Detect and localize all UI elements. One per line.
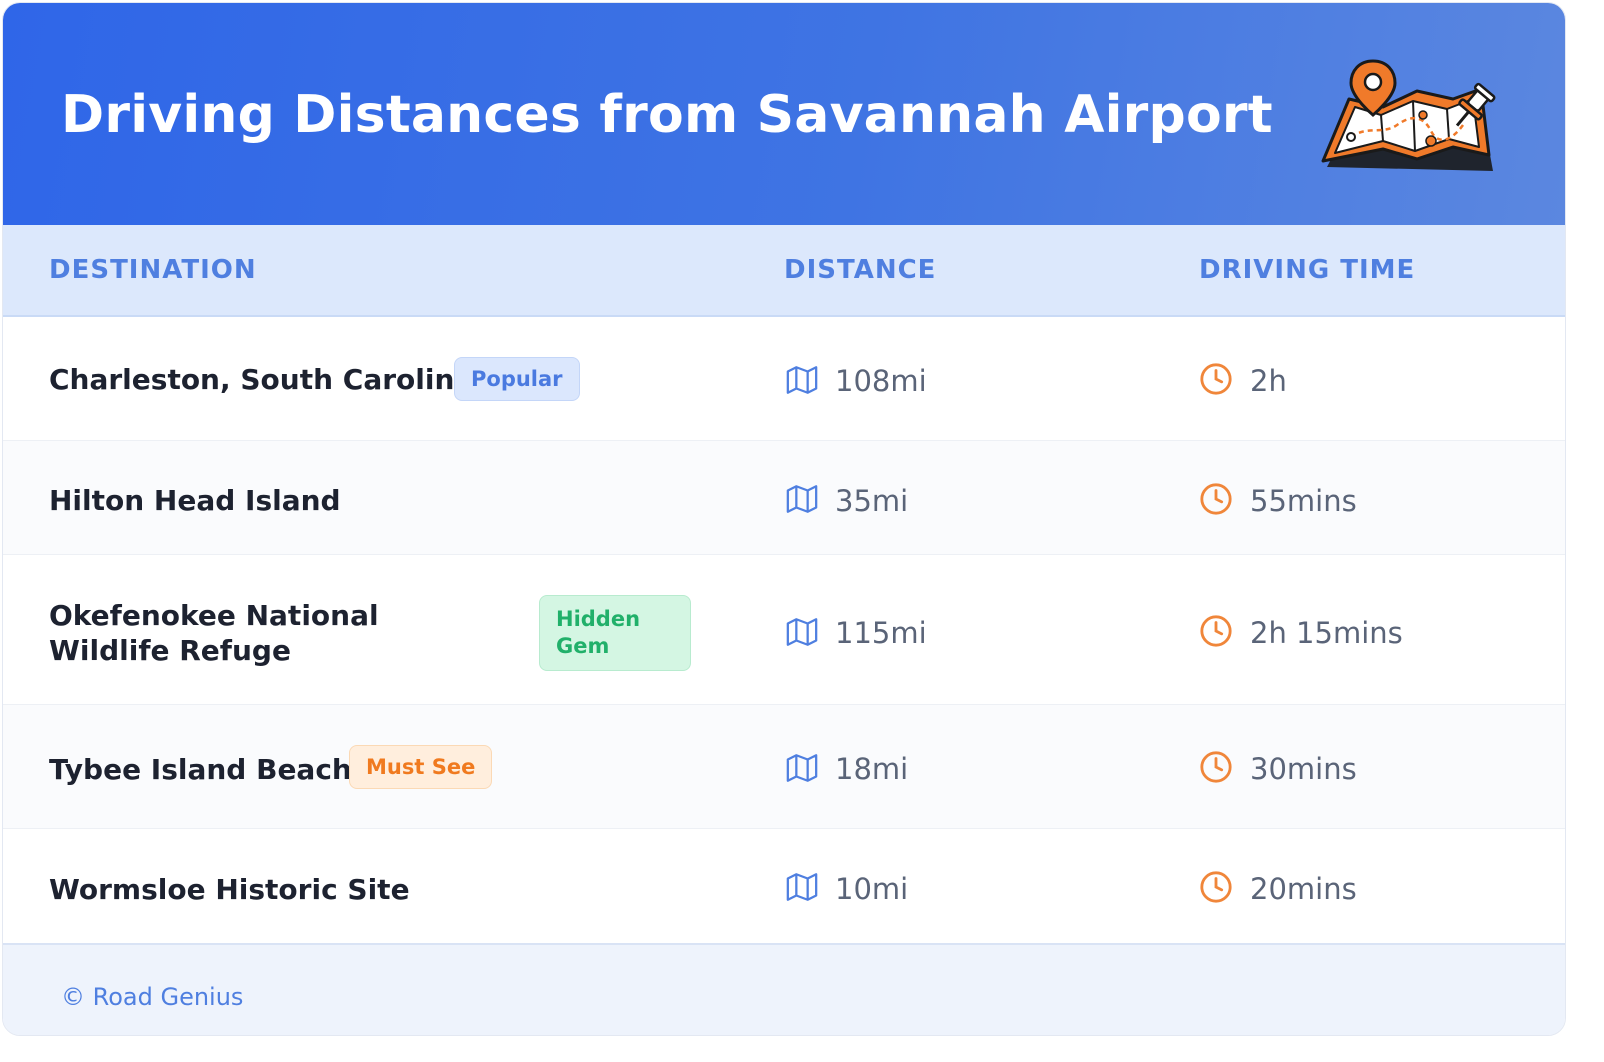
header-banner: Driving Distances from Savannah Airport [3, 3, 1565, 225]
clock-icon [1200, 363, 1232, 395]
map-icon [786, 485, 818, 513]
map-icon [786, 366, 818, 394]
badge-must-see: Must See [349, 745, 493, 789]
driving-time-value: 20mins [1250, 872, 1357, 906]
column-header-driving-time[interactable]: DRIVING TIME [1199, 255, 1415, 285]
driving-time-value: 30mins [1250, 752, 1357, 786]
driving-time-value: 2h [1250, 364, 1287, 398]
distance-value: 18mi [835, 752, 909, 786]
clock-icon [1200, 615, 1232, 647]
distances-card: Driving Distances from Savannah Airport [2, 2, 1566, 1036]
clock-icon [1200, 871, 1232, 903]
map-icon [786, 618, 818, 646]
destination-name: Hilton Head Island [49, 484, 341, 517]
page-title: Driving Distances from Savannah Airport [61, 85, 1273, 145]
distance-value: 10mi [835, 872, 909, 906]
destination-name: Charleston, South Carolina [49, 363, 474, 396]
clock-icon [1200, 483, 1232, 515]
badge-hidden-gem: Hidden Gem [539, 595, 691, 671]
badge-popular: Popular [454, 357, 580, 401]
table-row[interactable]: Hilton Head Island 35mi 55mins [3, 441, 1565, 555]
map-with-pins-icon [1321, 59, 1496, 171]
driving-time-value: 55mins [1250, 484, 1357, 518]
footer: © Road Genius [3, 943, 1565, 1035]
table-row[interactable]: Charleston, South Carolina Popular 108mi… [3, 317, 1565, 441]
distance-value: 115mi [835, 616, 927, 650]
driving-time-value: 2h 15mins [1250, 616, 1403, 650]
destination-name: Tybee Island Beach [49, 753, 352, 786]
distance-value: 35mi [835, 484, 909, 518]
column-header-distance[interactable]: DISTANCE [784, 255, 936, 285]
column-header-destination[interactable]: DESTINATION [49, 255, 257, 285]
table-row[interactable]: Wormsloe Historic Site 10mi 20mins [3, 829, 1565, 943]
footer-credit[interactable]: © Road Genius [61, 983, 243, 1011]
table-row[interactable]: Tybee Island Beach Must See 18mi 30mins [3, 705, 1565, 829]
destination-name: Okefenokee National Wildlife Refuge [49, 599, 379, 667]
map-icon [786, 754, 818, 782]
distance-value: 108mi [835, 364, 927, 398]
map-icon [786, 873, 818, 901]
destination-name: Wormsloe Historic Site [49, 873, 410, 906]
clock-icon [1200, 751, 1232, 783]
table-header: DESTINATION DISTANCE DRIVING TIME [3, 225, 1565, 317]
table-row[interactable]: Okefenokee National Wildlife Refuge Hidd… [3, 555, 1565, 705]
